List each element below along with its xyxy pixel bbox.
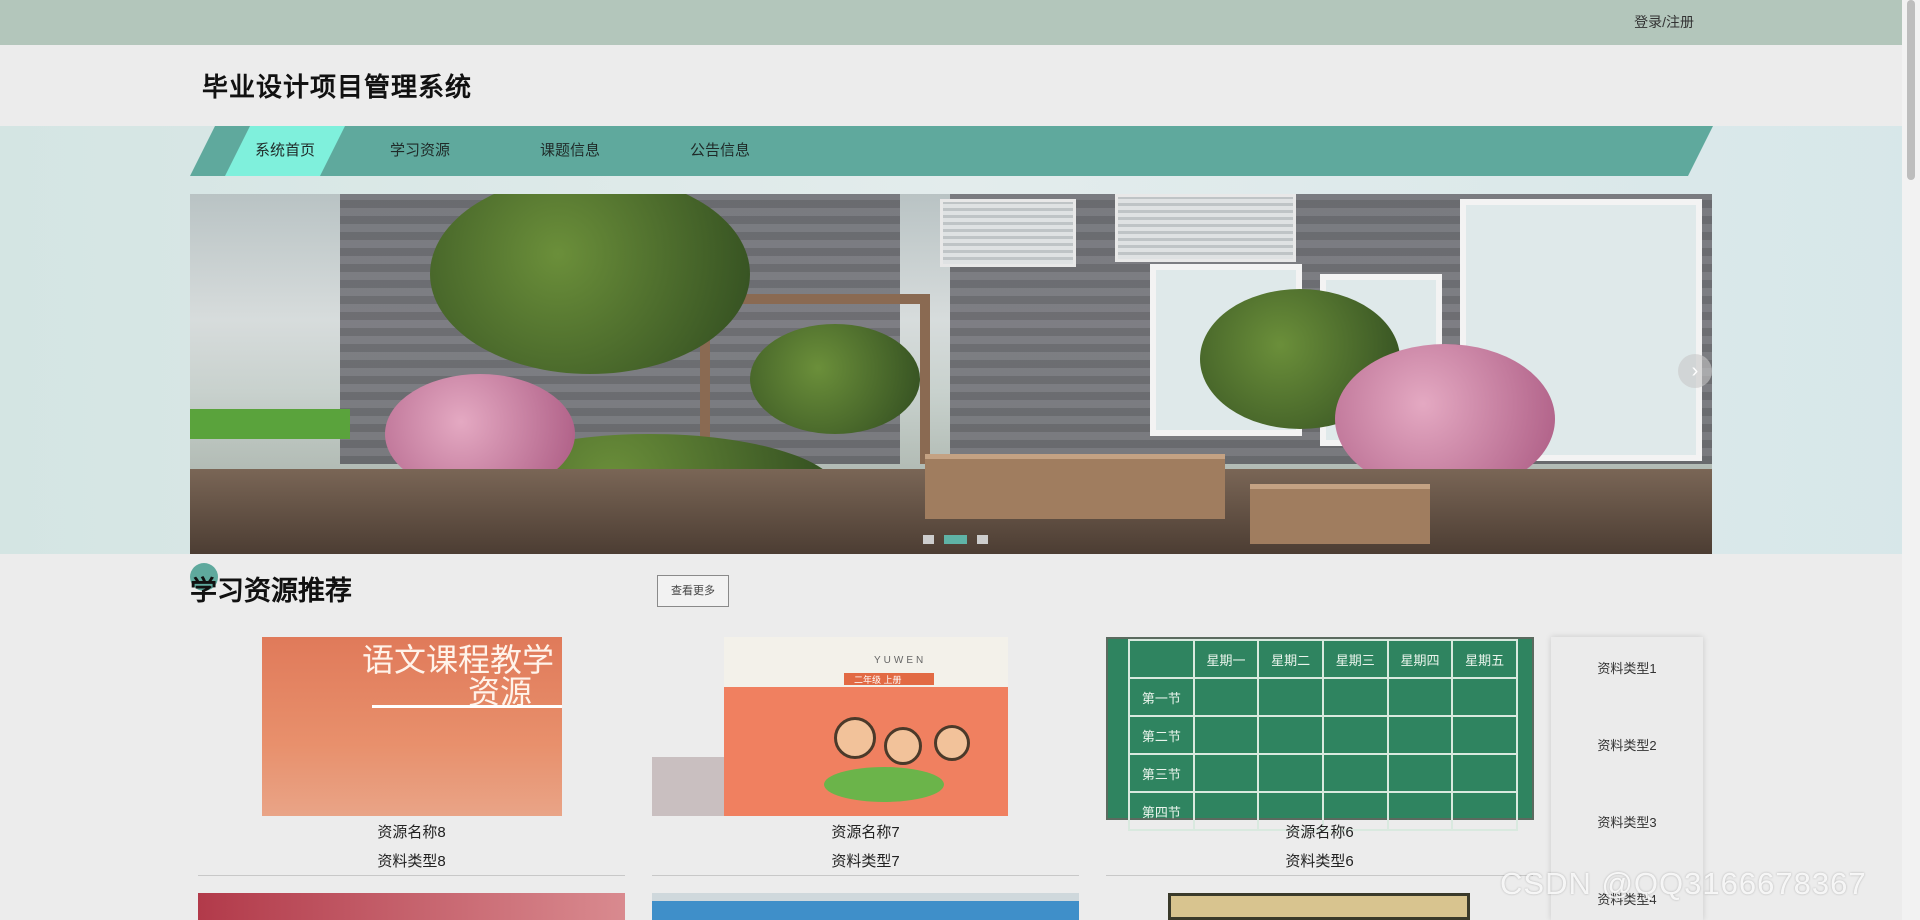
cover-shadow	[652, 757, 724, 816]
sidebar-category-3[interactable]: 资料类型3	[1551, 812, 1703, 831]
timetable-cell: 星期五	[1451, 639, 1518, 679]
resource-cover-image[interactable]	[198, 893, 625, 920]
carousel-next-button[interactable]: ›	[1678, 354, 1712, 388]
view-more-button[interactable]: 查看更多	[657, 575, 729, 607]
login-register-link[interactable]: 登录/注册	[1634, 12, 1694, 32]
timetable-cell: 第一节	[1128, 677, 1195, 717]
hero-carousel[interactable]: ›	[190, 194, 1712, 554]
banner-lawn	[190, 409, 350, 439]
carousel-dot-2[interactable]	[944, 535, 967, 544]
carousel-dot-3[interactable]	[977, 535, 988, 544]
sidebar-category-2[interactable]: 资料类型2	[1551, 735, 1703, 754]
timetable-cell: 第三节	[1128, 753, 1195, 793]
timetable-cell	[1451, 715, 1518, 755]
cover-kid	[834, 717, 876, 759]
resource-name[interactable]: 资源名称6	[1106, 821, 1533, 842]
banner-tree	[750, 324, 920, 434]
timetable-cell	[1192, 715, 1260, 755]
resource-type: 资料类型8	[377, 853, 446, 870]
cover-text: YUWEN	[874, 655, 927, 666]
resource-cover-image[interactable]: 星期一 星期二 星期三 星期四 星期五 第一节 第二节 第三节 第四节	[1106, 637, 1534, 831]
resource-type: 资料类型6	[1285, 853, 1354, 870]
resource-cover-image[interactable]: YUWEN 二年级 上册	[724, 637, 1008, 816]
resource-cover-image[interactable]: 语文课程教学 资源	[262, 637, 562, 816]
nav-item-learning-resources[interactable]: 学习资源	[365, 126, 475, 176]
timetable-cell: 星期三	[1321, 639, 1389, 679]
timetable-cell	[1386, 677, 1454, 717]
timetable-cell	[1192, 677, 1260, 717]
section-title: 学习资源推荐	[190, 563, 352, 608]
timetable-cell	[1451, 677, 1518, 717]
top-bar: 登录/注册	[0, 0, 1920, 45]
timetable-cell	[1257, 753, 1324, 793]
timetable-cell: 星期二	[1257, 639, 1324, 679]
main-nav: 系统首页 学习资源 课题信息 公告信息	[190, 126, 1713, 176]
page-scrollbar[interactable]	[1902, 0, 1920, 920]
banner-blinds	[1115, 194, 1296, 262]
scrollbar-thumb[interactable]	[1907, 0, 1915, 180]
timetable-cell	[1386, 753, 1454, 793]
resource-type: 资料类型7	[831, 853, 900, 870]
card-divider	[1106, 875, 1533, 876]
cover-kid	[934, 725, 970, 761]
resource-cover-image[interactable]	[1168, 893, 1470, 920]
timetable-cell	[1321, 677, 1389, 717]
timetable-cell	[1386, 715, 1454, 755]
timetable-cell	[1257, 715, 1324, 755]
resource-name[interactable]: 资源名称7	[652, 821, 1079, 842]
cover-kid	[884, 727, 922, 765]
cover-rule	[372, 705, 562, 708]
nav-item-topics[interactable]: 课题信息	[515, 126, 625, 176]
carousel-indicators	[923, 531, 998, 549]
sidebar-category-1[interactable]: 资料类型1	[1551, 658, 1703, 677]
timetable-cell: 第二节	[1128, 715, 1195, 755]
site-header: 毕业设计项目管理系统	[0, 45, 1920, 126]
timetable-cell: 星期四	[1386, 639, 1454, 679]
site-title: 毕业设计项目管理系统	[202, 72, 473, 102]
nav-item-home[interactable]: 系统首页	[225, 126, 345, 176]
card-divider	[198, 875, 625, 876]
timetable-cell	[1257, 677, 1324, 717]
timetable-cell	[1321, 753, 1389, 793]
banner-bench	[1250, 484, 1430, 544]
resource-name[interactable]: 资源名称8	[198, 821, 625, 842]
banner-bench	[925, 454, 1225, 519]
section-title-text: 学习资源推荐	[190, 576, 352, 606]
watermark: CSDN @QQ3166678367	[1500, 866, 1867, 901]
nav-item-announcements[interactable]: 公告信息	[665, 126, 775, 176]
timetable-cell	[1321, 715, 1389, 755]
timetable-grid: 星期一 星期二 星期三 星期四 星期五 第一节 第二节 第三节 第四节	[1128, 639, 1518, 831]
banner-blinds	[940, 199, 1076, 267]
carousel-dot-1[interactable]	[923, 535, 934, 544]
cover-text: 二年级 上册	[854, 675, 902, 685]
resource-cover-image[interactable]	[652, 893, 1079, 920]
timetable-cell	[1192, 753, 1260, 793]
timetable-cell: 星期一	[1192, 639, 1260, 679]
card-divider	[652, 875, 1079, 876]
timetable-cell	[1451, 753, 1518, 793]
timetable-cell	[1128, 639, 1195, 679]
cover-grass	[824, 767, 944, 802]
